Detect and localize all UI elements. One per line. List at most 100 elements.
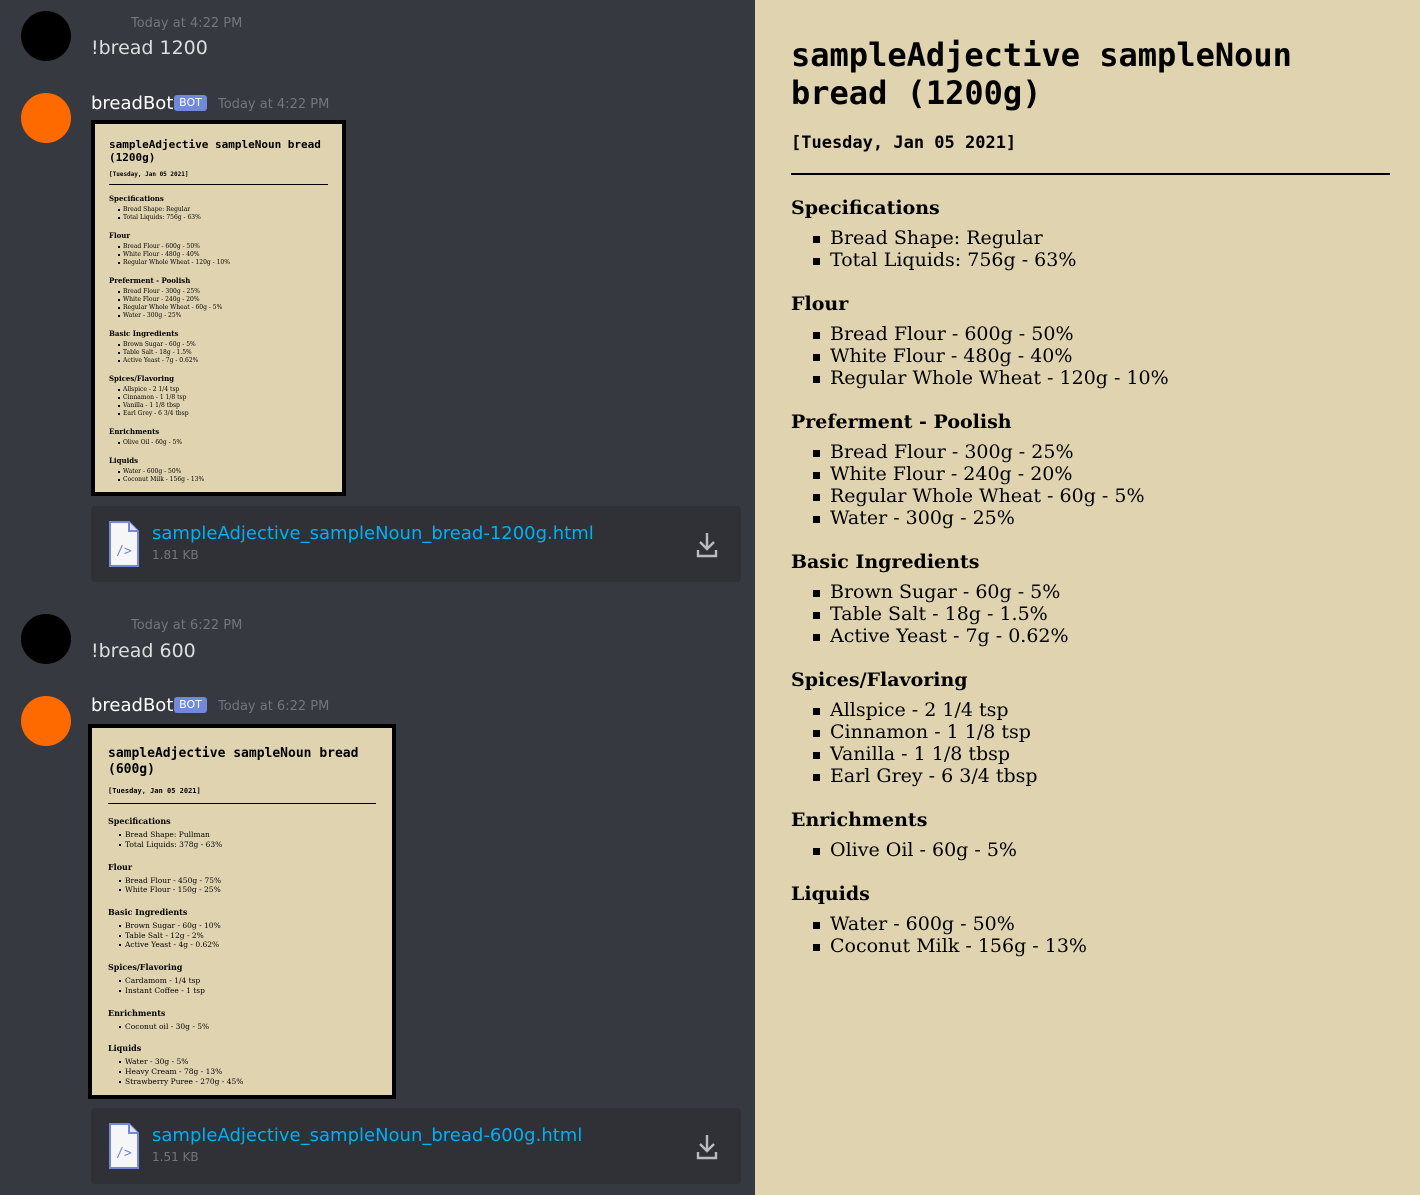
ingredient-list: Bread Flour - 300g - 25% White Flour - 24… — [791, 441, 1390, 529]
username[interactable]: breadBot — [91, 695, 173, 716]
user-avatar[interactable] — [21, 11, 71, 61]
ingredient-list: Bread Shape: Regular Total Liquids: 756g … — [791, 227, 1390, 271]
divider — [791, 173, 1390, 175]
ingredient-item: Olive Oil - 60g - 5% — [109, 439, 342, 447]
download-icon[interactable] — [695, 1133, 719, 1161]
section-heading: Spices/Flavoring — [791, 669, 968, 691]
section-heading: Specifications — [791, 197, 940, 219]
ingredient-item: Table Salt - 12g - 2% — [108, 931, 392, 941]
ingredient-item: Heavy Cream - 78g - 13% — [108, 1067, 392, 1077]
ingredient-item: Bread Flour - 450g - 75% — [108, 876, 392, 886]
ingredient-list: Allspice - 2 1/4 tsp Cinnamon - 1 1/8 tsp… — [791, 699, 1390, 787]
ingredient-item: Total Liquids: 378g - 63% — [108, 840, 392, 850]
ingredient-item: Water - 600g - 50% — [109, 468, 342, 476]
ingredient-list: Brown Sugar - 60g - 5% Table Salt - 18g -… — [791, 581, 1390, 647]
ingredient-item: Total Liquids: 756g - 63% — [109, 214, 342, 222]
ingredient-item: Water - 600g - 50% — [791, 913, 1390, 935]
ingredient-list: Bread Shape: Pullman Total Liquids: 378g … — [108, 830, 392, 849]
section-heading: Basic Ingredients — [109, 329, 179, 339]
ingredient-item: White Flour - 480g - 40% — [791, 345, 1390, 367]
attachment-filename-link[interactable]: sampleAdjective_sampleNoun_bread-1200g.h… — [152, 523, 594, 544]
ingredient-item: Earl Grey - 6 3/4 tbsp — [791, 765, 1390, 787]
section-heading: Specifications — [108, 816, 171, 827]
section-heading: Flour — [109, 231, 131, 241]
section-heading: Liquids — [108, 1043, 142, 1054]
ingredient-item: Bread Flour - 600g - 50% — [791, 323, 1390, 345]
ingredient-item: Bread Flour - 300g - 25% — [109, 288, 342, 296]
ingredient-item: Water - 30g - 5% — [108, 1057, 392, 1067]
file-attachment: /> sampleAdjective_sampleNoun_bread-1200… — [91, 506, 741, 582]
ingredient-item: Regular Whole Wheat - 120g - 10% — [791, 367, 1390, 389]
ingredient-item: Allspice - 2 1/4 tsp — [109, 386, 342, 394]
svg-text:/>: /> — [116, 544, 132, 559]
recipe-title: sampleAdjective sampleNoun bread (1200g) — [791, 36, 1390, 112]
ingredient-item: Bread Flour - 300g - 25% — [791, 441, 1390, 463]
ingredient-item: Vanilla - 1 1/8 tbsp — [109, 402, 342, 410]
ingredient-item: Active Yeast - 7g - 0.62% — [791, 625, 1390, 647]
preview-title: sampleAdjective sampleNoun bread (1200g) — [109, 138, 321, 165]
ingredient-item: Cardamom - 1/4 tsp — [108, 976, 392, 986]
recipe-preview-sheet: sampleAdjective sampleNoun bread (600g) [… — [92, 728, 392, 1095]
ingredient-item: Coconut oil - 30g - 5% — [108, 1022, 392, 1032]
ingredient-item: White Flour - 240g - 20% — [109, 296, 342, 304]
attachment-filename-link[interactable]: sampleAdjective_sampleNoun_bread-600g.ht… — [152, 1125, 582, 1146]
code-file-icon: /> — [109, 521, 139, 567]
message-timestamp: Today at 4:22 PM — [218, 97, 330, 112]
ingredient-item: Table Salt - 18g - 1.5% — [109, 349, 342, 357]
section-heading: Liquids — [791, 883, 870, 905]
message-timestamp: Today at 6:22 PM — [218, 699, 330, 714]
ingredient-item: Coconut Milk - 156g - 13% — [791, 935, 1390, 957]
recipe-date: [Tuesday, Jan 05 2021] — [791, 133, 1017, 153]
preview-title: sampleAdjective sampleNoun bread (600g) — [108, 746, 359, 777]
section-heading: Enrichments — [108, 1007, 166, 1018]
divider — [108, 803, 376, 805]
recipe-preview-sheet: sampleAdjective sampleNoun bread (1200g)… — [95, 124, 342, 492]
section-heading: Preferment - Poolish — [791, 411, 1012, 433]
ingredient-item: Bread Shape: Pullman — [108, 830, 392, 840]
section-heading: Preferment - Poolish — [109, 276, 191, 286]
recipe-title-line: sampleAdjective sampleNoun — [791, 36, 1292, 74]
ingredient-item: Bread Shape: Regular — [791, 227, 1390, 249]
ingredient-item: Water - 300g - 25% — [109, 312, 342, 320]
divider — [109, 184, 328, 186]
section-heading: Basic Ingredients — [108, 907, 188, 917]
code-file-icon: /> — [109, 1123, 139, 1169]
download-icon[interactable] — [695, 531, 719, 559]
ingredient-list: Allspice - 2 1/4 tsp Cinnamon - 1 1/8 tsp… — [109, 386, 342, 418]
bot-avatar[interactable] — [21, 696, 71, 746]
chat-panel: Today at 4:22 PM !bread 1200 breadBot BO… — [0, 0, 755, 1195]
section-heading: Spices/Flavoring — [108, 962, 183, 973]
attachment-filesize: 1.81 KB — [152, 548, 199, 562]
attachment-filesize: 1.51 KB — [152, 1150, 199, 1164]
ingredient-item: Regular Whole Wheat - 60g - 5% — [791, 485, 1390, 507]
user-avatar[interactable] — [21, 614, 71, 664]
recipe-preview-image[interactable]: sampleAdjective sampleNoun bread (1200g)… — [91, 120, 346, 496]
ingredient-item: Cinnamon - 1 1/8 tsp — [791, 721, 1390, 743]
ingredient-list: Bread Flour - 600g - 50% White Flour - 48… — [791, 323, 1390, 389]
section-heading: Spices/Flavoring — [109, 374, 175, 384]
ingredient-item: Brown Sugar - 60g - 5% — [791, 581, 1390, 603]
ingredient-list: Bread Flour - 300g - 25% White Flour - 24… — [109, 288, 342, 320]
ingredient-item: White Flour - 150g - 25% — [108, 885, 392, 895]
ingredient-item: Brown Sugar - 60g - 5% — [109, 341, 342, 349]
ingredient-item: Table Salt - 18g - 1.5% — [791, 603, 1390, 625]
bot-avatar[interactable] — [21, 93, 71, 143]
message-text: !bread 600 — [91, 640, 196, 662]
ingredient-item: Vanilla - 1 1/8 tbsp — [791, 743, 1390, 765]
recipe-title-line: bread (1200g) — [791, 74, 1042, 112]
ingredient-item: Regular Whole Wheat - 120g - 10% — [109, 259, 342, 267]
ingredient-item: Brown Sugar - 60g - 10% — [108, 921, 392, 931]
ingredient-item: Total Liquids: 756g - 63% — [791, 249, 1390, 271]
ingredient-list: Bread Flour - 600g - 50% White Flour - 48… — [109, 243, 342, 267]
bot-badge: BOT — [174, 697, 207, 713]
recipe-preview-image[interactable]: sampleAdjective sampleNoun bread (600g) [… — [88, 724, 396, 1099]
bot-badge: BOT — [174, 95, 207, 111]
svg-text:/>: /> — [116, 1146, 132, 1161]
ingredient-list: Cardamom - 1/4 tsp Instant Coffee - 1 tsp — [108, 976, 392, 995]
message-text: !bread 1200 — [91, 37, 208, 59]
username[interactable]: breadBot — [91, 93, 173, 114]
ingredient-list: Water - 600g - 50% Coconut Milk - 156g - … — [791, 913, 1390, 957]
section-heading: Specifications — [109, 194, 164, 204]
ingredient-item: Allspice - 2 1/4 tsp — [791, 699, 1390, 721]
ingredient-list: Bread Shape: Regular Total Liquids: 756g … — [109, 206, 342, 222]
